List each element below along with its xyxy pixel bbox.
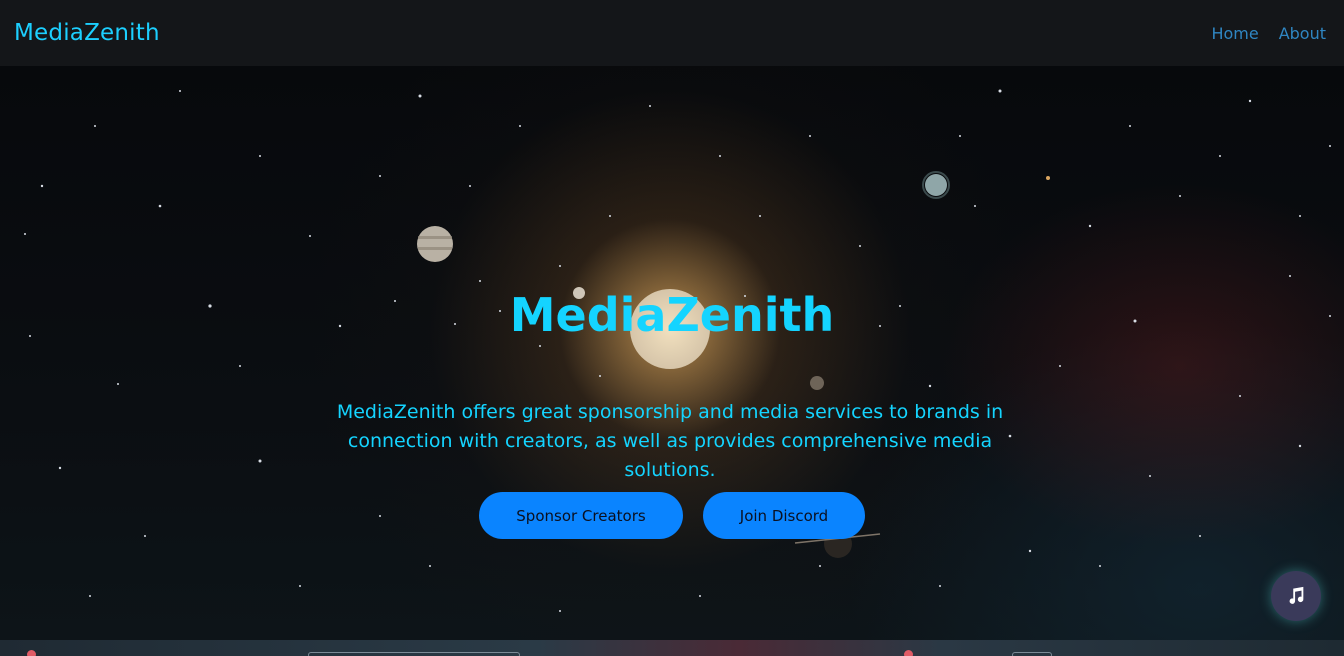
taskbar-pill-right bbox=[1012, 652, 1052, 656]
nav-link-home[interactable]: Home bbox=[1211, 24, 1258, 43]
taskbar-dot-left bbox=[27, 650, 36, 656]
taskbar-dot-right bbox=[904, 650, 913, 656]
hero-buttons: Sponsor Creators Join Discord bbox=[0, 492, 1344, 539]
music-toggle-button[interactable] bbox=[1271, 571, 1321, 621]
music-note-icon bbox=[1289, 586, 1304, 604]
nav-links: Home About bbox=[1211, 24, 1326, 43]
sponsor-creators-button[interactable]: Sponsor Creators bbox=[479, 492, 683, 539]
taskbar-strip bbox=[0, 640, 1344, 656]
planet-tiny-right bbox=[810, 376, 824, 390]
join-discord-button[interactable]: Join Discord bbox=[703, 492, 865, 539]
hero-description: MediaZenith offers great sponsorship and… bbox=[336, 401, 1004, 481]
brand-logo-link[interactable]: MediaZenith bbox=[14, 20, 160, 46]
planet-small-top-right bbox=[922, 171, 950, 199]
hero-title: MediaZenith bbox=[509, 288, 835, 342]
hero-section: MediaZenith MediaZenith offers great spo… bbox=[0, 66, 1344, 640]
navbar: MediaZenith Home About bbox=[0, 0, 1344, 66]
space-background bbox=[24, 89, 1331, 612]
planet-left bbox=[417, 226, 453, 262]
taskbar-search-pill bbox=[308, 652, 520, 656]
nav-link-about[interactable]: About bbox=[1279, 24, 1326, 43]
